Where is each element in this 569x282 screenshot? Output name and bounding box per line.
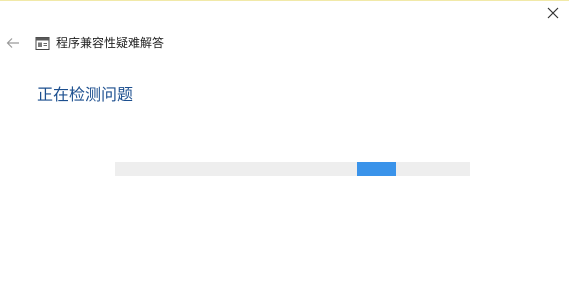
close-icon (547, 7, 559, 19)
back-button[interactable] (4, 34, 22, 52)
back-arrow-icon (6, 38, 19, 48)
troubleshooter-icon (35, 36, 50, 51)
progress-indicator (357, 162, 396, 176)
progress-bar (115, 162, 470, 176)
status-heading: 正在检测问题 (37, 85, 134, 104)
window-title-bar: 程序兼容性疑难解答 (35, 34, 164, 52)
window-title: 程序兼容性疑难解答 (56, 36, 165, 50)
close-button[interactable] (541, 2, 565, 24)
troubleshooter-window: 程序兼容性疑难解答 正在检测问题 (0, 0, 569, 282)
